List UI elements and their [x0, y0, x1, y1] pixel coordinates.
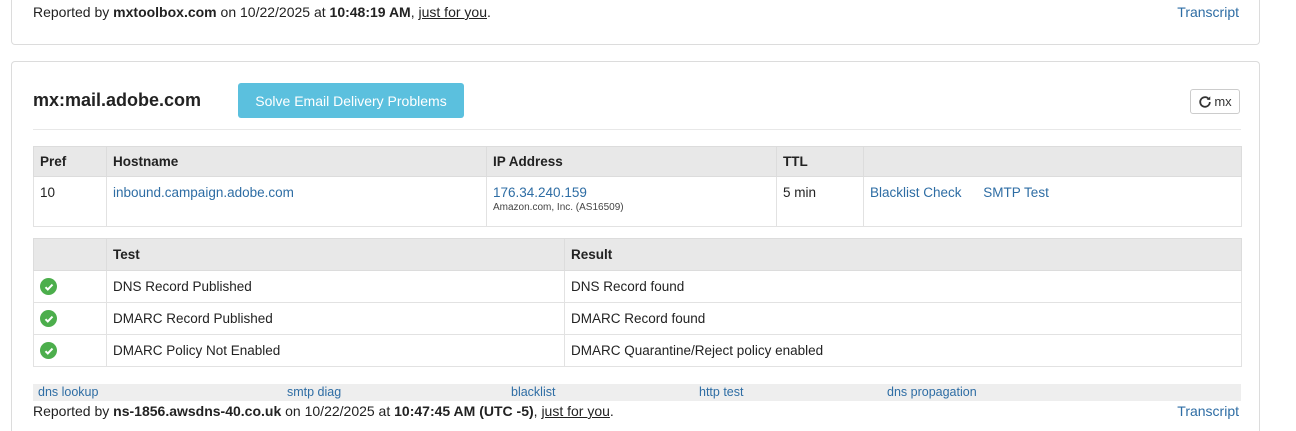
refresh-label: mx: [1214, 94, 1232, 109]
blacklist-check-link[interactable]: Blacklist Check: [870, 185, 962, 200]
mx-result-panel: mx:mail.adobe.com Solve Email Delivery P…: [11, 61, 1260, 431]
col-pref: Pref: [33, 146, 107, 177]
refresh-icon: [1199, 95, 1212, 108]
col-status: [33, 238, 107, 271]
report-date: on 10/22/2025 at: [285, 403, 391, 419]
test-name: DNS Record Published: [106, 270, 565, 303]
reported-by-line: Reported by mxtoolbox.com on 10/22/2025 …: [33, 4, 491, 20]
reported-prefix: Reported by: [33, 4, 110, 20]
col-hostname: Hostname: [106, 146, 487, 177]
check-circle-icon: [40, 278, 57, 295]
blacklist-link[interactable]: blacklist: [511, 385, 555, 399]
smtp-diag-link[interactable]: smtp diag: [287, 385, 341, 399]
transcript-link[interactable]: Transcript: [1177, 403, 1239, 419]
reporter-name: ns-1856.awsdns-40.co.uk: [113, 403, 282, 419]
divider: [33, 129, 1241, 130]
ip-link[interactable]: 176.34.240.159: [493, 185, 587, 200]
pref-cell: 10: [33, 176, 107, 227]
solve-email-delivery-button[interactable]: Solve Email Delivery Problems: [238, 83, 464, 118]
asn-label: Amazon.com, Inc. (AS16509): [493, 202, 624, 213]
col-ttl: TTL: [776, 146, 864, 177]
comma: ,: [533, 403, 538, 419]
period: .: [609, 403, 614, 419]
just-for-you-link[interactable]: just for you: [541, 403, 609, 419]
test-result: DMARC Quarantine/Reject policy enabled: [564, 334, 1242, 367]
tools-bar: dns lookup smtp diag blacklist http test…: [33, 384, 1241, 401]
col-actions: [863, 146, 1242, 177]
report-date: on 10/22/2025 at: [220, 4, 326, 20]
reported-by-line: Reported by ns-1856.awsdns-40.co.uk on 1…: [33, 403, 614, 419]
test-name: DMARC Policy Not Enabled: [106, 334, 565, 367]
col-test: Test: [106, 238, 565, 271]
table-row: 10 inbound.campaign.adobe.com 176.34.240…: [33, 176, 1242, 227]
ip-cell: 176.34.240.159 Amazon.com, Inc. (AS16509…: [486, 176, 777, 227]
mx-records-table: Pref Hostname IP Address TTL 10 inbound.…: [33, 146, 1242, 227]
status-cell: [33, 334, 107, 367]
check-circle-icon: [40, 310, 57, 327]
status-cell: [33, 302, 107, 335]
table-header-row: Test Result: [33, 238, 1242, 271]
report-time: 10:47:45 AM (UTC -5): [394, 403, 534, 419]
dns-propagation-link[interactable]: dns propagation: [887, 385, 977, 399]
check-circle-icon: [40, 342, 57, 359]
reported-prefix: Reported by: [33, 403, 110, 419]
previous-result-panel: Reported by mxtoolbox.com on 10/22/2025 …: [11, 0, 1260, 45]
just-for-you-link[interactable]: just for you: [419, 4, 487, 20]
status-cell: [33, 270, 107, 303]
table-row: DMARC Policy Not Enabled DMARC Quarantin…: [33, 334, 1242, 367]
table-row: DNS Record Published DNS Record found: [33, 270, 1242, 303]
test-name: DMARC Record Published: [106, 302, 565, 335]
actions-cell: Blacklist Check SMTP Test: [863, 176, 1242, 227]
hostname-link[interactable]: inbound.campaign.adobe.com: [113, 185, 294, 200]
comma: ,: [410, 4, 415, 20]
test-results-table: Test Result DNS Record Published DNS Rec…: [33, 238, 1242, 367]
hostname-cell: inbound.campaign.adobe.com: [106, 176, 487, 227]
col-ip-address: IP Address: [486, 146, 777, 177]
reporter-name: mxtoolbox.com: [113, 4, 217, 20]
col-result: Result: [564, 238, 1242, 271]
smtp-test-link[interactable]: SMTP Test: [983, 185, 1049, 200]
test-result: DMARC Record found: [564, 302, 1242, 335]
page-title: mx:mail.adobe.com: [33, 90, 202, 110]
test-result: DNS Record found: [564, 270, 1242, 303]
report-time: 10:48:19 AM: [329, 4, 411, 20]
table-header-row: Pref Hostname IP Address TTL: [33, 146, 1242, 177]
table-row: DMARC Record Published DMARC Record foun…: [33, 302, 1242, 335]
dns-lookup-link[interactable]: dns lookup: [38, 385, 98, 399]
refresh-mx-button[interactable]: mx: [1190, 89, 1240, 114]
period: .: [486, 4, 491, 20]
ttl-cell: 5 min: [776, 176, 864, 227]
http-test-link[interactable]: http test: [699, 385, 743, 399]
transcript-link[interactable]: Transcript: [1177, 4, 1239, 20]
